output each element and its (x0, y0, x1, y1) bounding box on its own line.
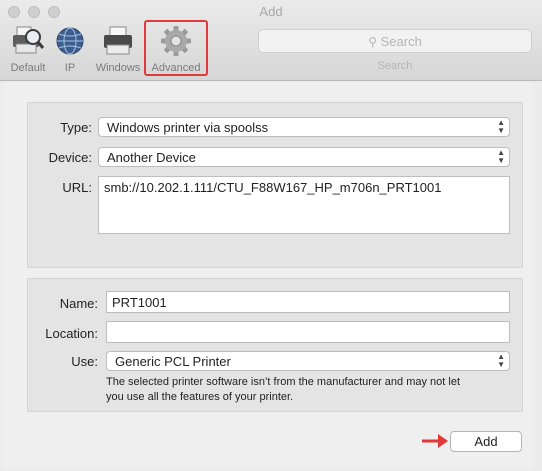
arrow-right-icon (422, 434, 448, 448)
url-field[interactable]: smb://10.202.1.111/CTU_F88W167_HP_m706n_… (98, 176, 510, 234)
type-popup[interactable]: Windows printer via spoolss ▲ ▼ (98, 117, 510, 137)
default-printer-icon (13, 26, 45, 54)
dialog-content: Type: Windows printer via spoolss ▲ ▼ Dev… (3, 82, 533, 468)
type-label: Type: (60, 120, 92, 135)
updown-chevron-icon: ▲ ▼ (497, 352, 505, 369)
window-title: Add (259, 4, 283, 19)
advanced-highlight-box (144, 20, 208, 76)
name-label: Name: (59, 296, 98, 311)
search-icon: ⚲ (368, 35, 377, 49)
device-label: Device: (48, 150, 92, 165)
search-field[interactable]: ⚲ Search (258, 29, 532, 53)
add-button[interactable]: Add (450, 431, 522, 452)
use-value: Generic PCL Printer (115, 354, 231, 369)
connection-group: Type: Windows printer via spoolss ▲ ▼ Dev… (27, 102, 523, 268)
name-field[interactable]: PRT1001 (106, 291, 510, 313)
updown-chevron-icon: ▲ ▼ (497, 148, 505, 165)
windows-printer-icon (104, 26, 132, 55)
window-toolbar: Add Default IP Windows Advanced ⚲ Search… (0, 0, 542, 81)
driver-warning-text: The selected printer software isn’t from… (106, 376, 460, 403)
device-popup[interactable]: Another Device ▲ ▼ (98, 147, 510, 167)
location-field[interactable] (106, 321, 510, 343)
use-popup[interactable]: Generic PCL Printer ▲ ▼ (106, 351, 510, 371)
location-label: Location: (45, 326, 98, 341)
toolbar-windows-label: Windows (95, 62, 141, 74)
toolbar-windows-button[interactable]: Windows (90, 24, 146, 74)
type-value: Windows printer via spoolss (107, 120, 269, 135)
updown-chevron-icon: ▲ ▼ (497, 118, 505, 135)
search-placeholder: ⚲ Search (368, 34, 422, 49)
use-label: Use: (71, 354, 98, 369)
url-label: URL: (62, 180, 92, 195)
search-caption: Search (377, 60, 413, 72)
device-value: Another Device (107, 150, 196, 165)
globe-icon (56, 27, 84, 55)
printer-details-group: Name: PRT1001 Location: Use: Generic PCL… (27, 278, 523, 412)
